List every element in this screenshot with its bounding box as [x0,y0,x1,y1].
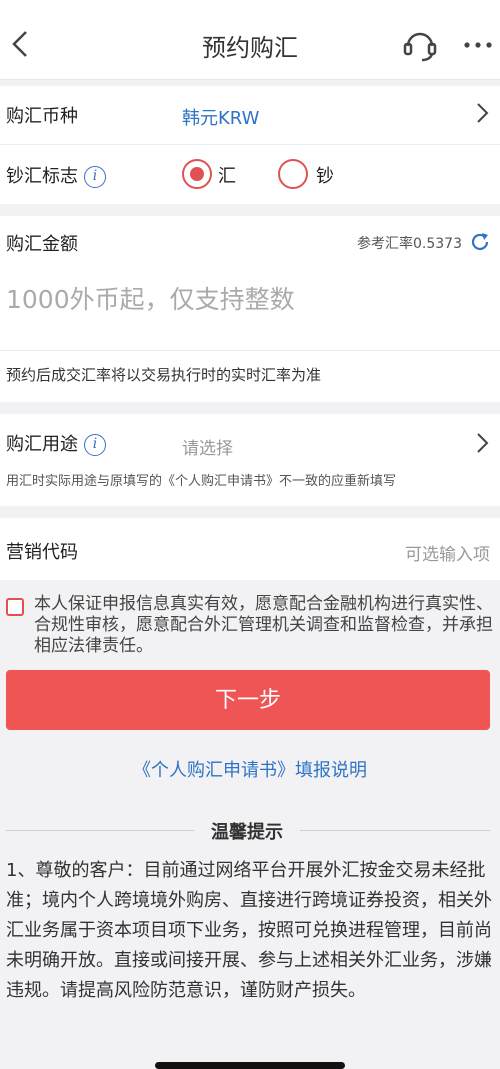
radio-cash[interactable] [278,159,308,189]
refresh-icon[interactable] [468,230,492,254]
reference-rate: 参考汇率0.5373 [357,236,462,252]
purpose-label-text: 购汇用途 [6,434,78,455]
radio-remittance-label: 汇 [218,166,236,187]
divider [0,144,500,145]
purpose-label: 购汇用途 i [6,430,106,456]
amount-section: 购汇金额 参考汇率0.5373 1000外币起，仅支持整数 预约后成交汇率将以交… [0,216,500,402]
cash-flag-label: 钞汇标志 i [6,162,106,188]
tips-body: 1、尊敬的客户：目前通过网络平台开展外汇按金交易未经批准；境内个人跨境境外购房、… [6,860,492,1001]
currency-select[interactable]: 韩元KRW [182,104,259,130]
rate-note: 预约后成交汇率将以交易执行时的实时汇率为准 [6,366,322,384]
currency-label: 购汇币种 [6,106,78,127]
declaration-text: 本人保证申报信息真实有效，愿意配合金融机构进行真实性、合规性审核，愿意配合外汇管… [34,594,493,656]
declaration-checkbox[interactable] [6,598,24,616]
top-nav-bar: 预约购汇 [0,0,500,80]
tips-title: 温馨提示 [194,818,300,844]
chevron-right-icon[interactable] [472,430,492,456]
amount-label: 购汇金额 [6,234,78,255]
application-guide-link[interactable]: 《个人购汇申请书》填报说明 [0,756,500,782]
chevron-right-icon[interactable] [472,100,492,126]
purpose-select[interactable]: 请选择 [182,434,233,459]
info-icon[interactable]: i [84,434,106,456]
customer-service-icon[interactable] [400,24,440,64]
divider [0,350,500,351]
marketing-code-input[interactable]: 可选输入项 [405,540,490,565]
info-icon[interactable]: i [84,166,106,188]
more-options-icon[interactable] [460,30,496,60]
marketing-label: 营销代码 [6,542,78,563]
radio-remittance[interactable] [182,159,212,189]
radio-cash-label: 钞 [316,166,334,187]
currency-section: 购汇币种 韩元KRW 钞汇标志 i 汇 钞 [0,86,500,204]
purpose-note: 用汇时实际用途与原填写的《个人购汇申请书》不一致的应重新填写 [6,474,397,489]
marketing-section: 营销代码 可选输入项 [0,518,500,580]
purpose-section: 购汇用途 i 请选择 用汇时实际用途与原填写的《个人购汇申请书》不一致的应重新填写 [0,414,500,506]
amount-input[interactable]: 1000外币起，仅支持整数 [6,280,295,316]
home-indicator [155,1062,345,1069]
next-step-button[interactable]: 下一步 [6,670,490,730]
cash-flag-label-text: 钞汇标志 [6,166,78,187]
